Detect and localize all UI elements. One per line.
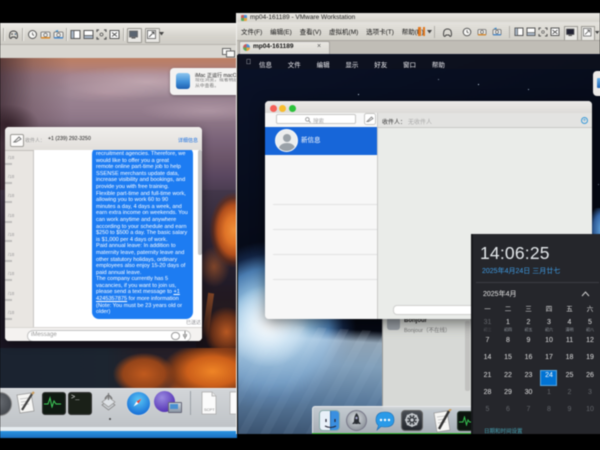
svg-text:SCPT: SCPT: [204, 407, 215, 412]
